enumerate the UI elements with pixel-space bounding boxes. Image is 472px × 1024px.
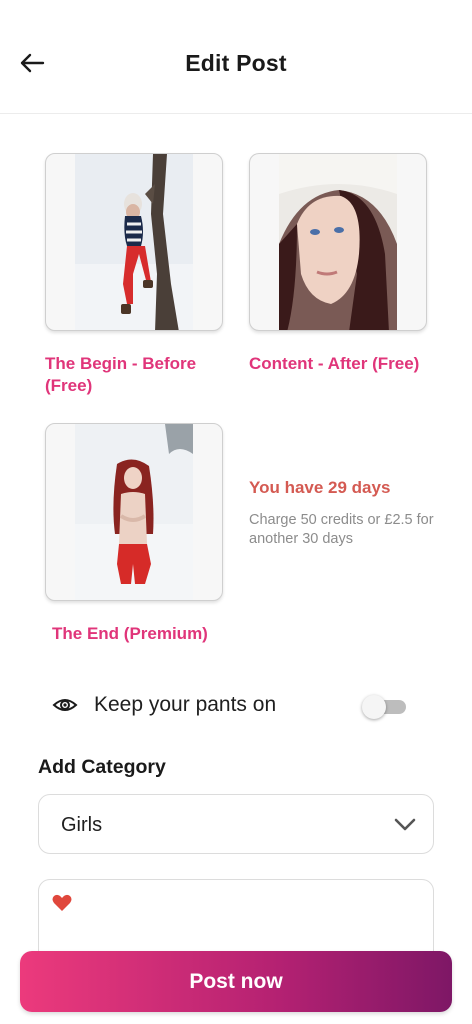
eye-icon: [52, 699, 78, 711]
post-label-before: The Begin - Before (Free): [45, 354, 197, 395]
post-image-after[interactable]: [249, 153, 427, 331]
page-title: Edit Post: [185, 50, 287, 76]
chevron-down-icon: [394, 818, 416, 831]
toggle-label: Keep your pants on: [94, 693, 277, 716]
post-now-button[interactable]: Post now: [20, 951, 452, 1012]
post-label-end: The End (Premium): [52, 624, 208, 643]
category-value: Girls: [61, 814, 103, 836]
toggle-knob: [362, 695, 386, 719]
photo-woman-tree-snow: [75, 154, 193, 330]
days-remaining: You have 29 days: [249, 478, 391, 497]
charge-info: Charge 50 credits or £2.5 for another 30…: [249, 512, 434, 547]
photo-woman-fur-hat: [279, 154, 397, 330]
heart-icon: [52, 894, 72, 911]
keep-pants-on-toggle[interactable]: [362, 694, 406, 719]
keep-pants-on-row: Keep your pants on: [52, 690, 412, 722]
post-image-before[interactable]: [45, 153, 223, 331]
category-select[interactable]: Girls: [38, 794, 434, 854]
post-image-end[interactable]: [45, 423, 223, 601]
photo-woman-snow-red: [75, 424, 193, 600]
add-category-label: Add Category: [38, 756, 166, 778]
post-label-after: Content - After (Free): [249, 354, 420, 373]
app-header: Edit Post: [0, 0, 472, 114]
